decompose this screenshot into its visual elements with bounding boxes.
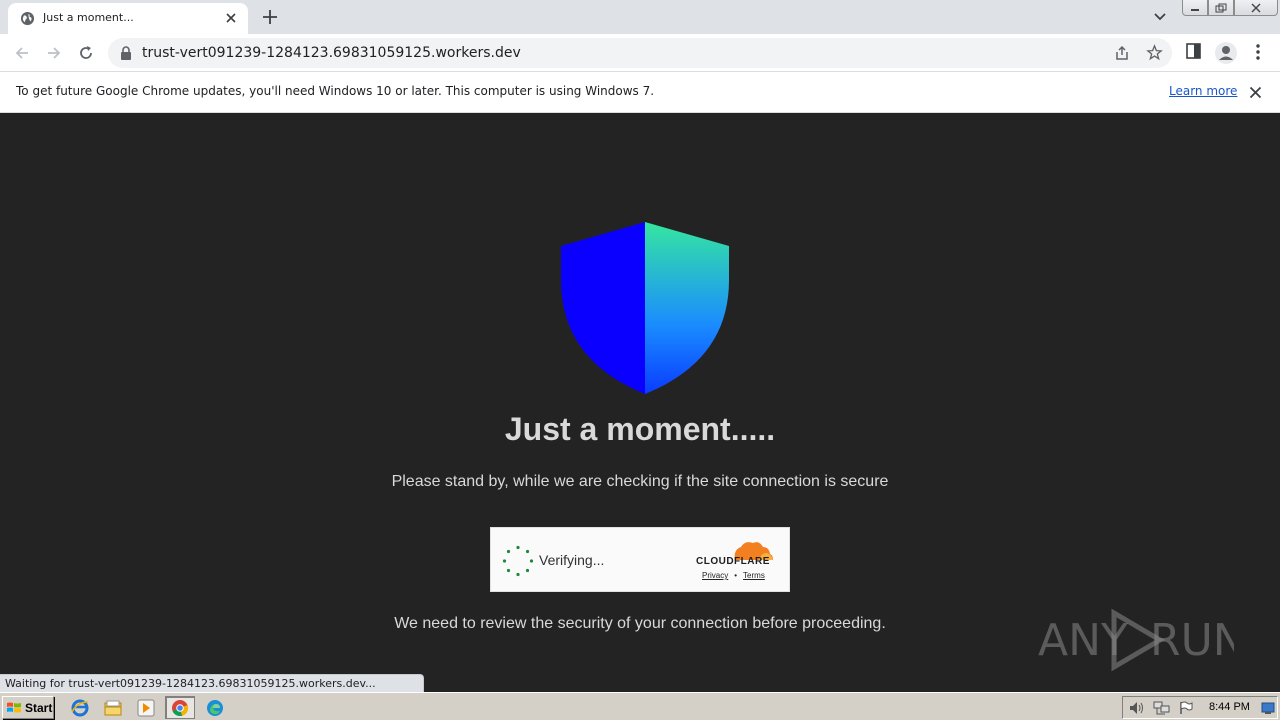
reload-icon[interactable] — [77, 44, 95, 62]
shield-icon — [561, 222, 729, 394]
network-icon[interactable] — [1153, 701, 1171, 715]
taskbar-chrome[interactable] — [165, 696, 195, 719]
media-player-icon — [137, 699, 155, 717]
bookmark-star-icon[interactable] — [1146, 44, 1163, 61]
folder-icon — [104, 700, 122, 716]
browser-tab[interactable]: Just a moment... — [8, 3, 248, 34]
anyrun-watermark: ANY RUN — [1038, 608, 1234, 672]
system-tray: 8:44 PM — [1122, 696, 1278, 719]
taskbar-ie[interactable] — [69, 697, 91, 719]
taskbar-edge[interactable] — [204, 697, 226, 719]
share-icon[interactable] — [1114, 45, 1130, 61]
close-window-button[interactable] — [1234, 0, 1278, 16]
edge-icon — [207, 700, 223, 716]
update-infobar: To get future Google Chrome updates, you… — [0, 72, 1280, 113]
spinner-icon — [502, 545, 534, 577]
chrome-icon — [172, 699, 189, 716]
cloudflare-challenge-widget[interactable]: Verifying... CLOUDFLARE Privacy • Terms — [490, 527, 790, 592]
forward-arrow-icon[interactable] — [45, 44, 63, 62]
back-arrow-icon[interactable] — [13, 44, 31, 62]
cloudflare-links: Privacy • Terms — [702, 571, 765, 580]
infobar-message: To get future Google Chrome updates, you… — [16, 84, 655, 98]
speaker-icon[interactable] — [1129, 701, 1145, 715]
page-subtitle: Please stand by, while we are checking i… — [391, 473, 889, 490]
new-tab-icon[interactable] — [261, 8, 279, 26]
minimize-button[interactable] — [1182, 0, 1208, 16]
url-text[interactable]: trust-vert091239-1284123.69831059125.wor… — [142, 45, 521, 61]
internet-explorer-icon — [71, 699, 89, 717]
svg-text:RUN: RUN — [1150, 615, 1234, 666]
restore-button[interactable] — [1208, 0, 1234, 16]
page-title: Just a moment..... — [504, 411, 776, 447]
verifying-status: Verifying... — [539, 552, 605, 568]
tab-title: Just a moment... — [43, 11, 134, 24]
taskbar-explorer[interactable] — [102, 697, 124, 719]
privacy-link[interactable]: Privacy — [702, 571, 728, 580]
minimize-icon — [1191, 8, 1199, 11]
menu-kebab-icon[interactable] — [1254, 43, 1262, 61]
taskbar-media-player[interactable] — [135, 697, 157, 719]
restore-icon — [1215, 3, 1227, 12]
address-bar[interactable]: trust-vert091239-1284123.69831059125.wor… — [108, 38, 1172, 68]
globe-icon — [20, 11, 35, 26]
window-controls — [1182, 0, 1278, 18]
cloudflare-brand: CLOUDFLARE — [696, 556, 770, 567]
side-panel-icon[interactable] — [1186, 43, 1201, 59]
learn-more-link[interactable]: Learn more — [1169, 84, 1237, 98]
terms-link[interactable]: Terms — [743, 571, 765, 580]
action-center-flag-icon[interactable] — [1179, 701, 1193, 715]
status-bar: Waiting for trust-vert091239-1284123.698… — [0, 674, 424, 693]
show-desktop-icon[interactable] — [1261, 701, 1275, 715]
profile-avatar-icon[interactable] — [1214, 41, 1238, 65]
start-button[interactable]: Start — [2, 696, 54, 719]
clock[interactable]: 8:44 PM — [1209, 701, 1250, 713]
start-label: Start — [25, 700, 53, 715]
tab-strip: Just a moment... — [0, 0, 1280, 34]
close-infobar-icon[interactable] — [1249, 86, 1262, 99]
page-content: Just a moment..... Please stand by, whil… — [0, 113, 1280, 693]
close-icon — [1251, 3, 1261, 12]
close-tab-icon[interactable] — [224, 11, 238, 25]
browser-toolbar: trust-vert091239-1284123.69831059125.wor… — [0, 34, 1280, 72]
lock-icon[interactable] — [120, 46, 132, 60]
windows-logo-icon — [7, 702, 21, 712]
link-separator: • — [734, 571, 738, 580]
windows-taskbar: Start 8:44 PM — [0, 692, 1280, 720]
chevron-down-icon[interactable] — [1152, 10, 1168, 24]
